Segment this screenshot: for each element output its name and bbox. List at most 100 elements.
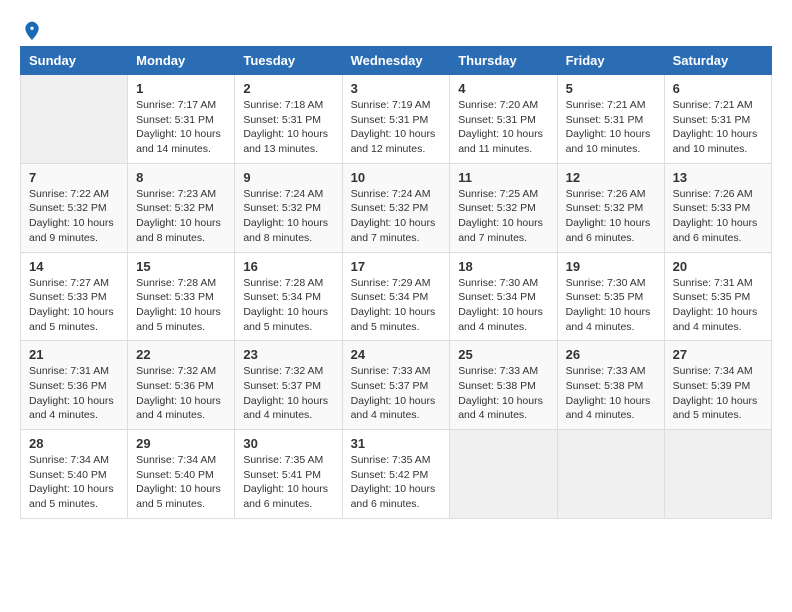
- calendar-cell: 13 Sunrise: 7:26 AMSunset: 5:33 PMDayligh…: [664, 163, 771, 252]
- calendar-cell: 24Sunrise: 7:33 AMSunset: 5:37 PMDayligh…: [342, 341, 450, 430]
- day-number: 16: [243, 259, 333, 274]
- day-info: Sunrise: 7:34 AMSunset: 5:40 PMDaylight:…: [136, 453, 226, 512]
- day-info: Sunrise: 7:21 AMSunset: 5:31 PMDaylight:…: [673, 98, 763, 157]
- day-info: Sunrise: 7:31 AMSunset: 5:35 PMDaylight:…: [673, 276, 763, 335]
- logo: [20, 20, 42, 36]
- day-number: 26: [566, 347, 656, 362]
- week-row-4: 21Sunrise: 7:31 AMSunset: 5:36 PMDayligh…: [21, 341, 772, 430]
- calendar-cell: 9 Sunrise: 7:24 AMSunset: 5:32 PMDaylight…: [235, 163, 342, 252]
- header-cell-monday: Monday: [128, 47, 235, 75]
- calendar-cell: 2 Sunrise: 7:18 AMSunset: 5:31 PMDaylight…: [235, 75, 342, 164]
- day-info: Sunrise: 7:27 AMSunset: 5:33 PMDaylight:…: [29, 276, 119, 335]
- header-cell-thursday: Thursday: [450, 47, 557, 75]
- calendar-cell: 12 Sunrise: 7:26 AMSunset: 5:32 PMDayligh…: [557, 163, 664, 252]
- day-info: Sunrise: 7:26 AMSunset: 5:33 PMDaylight:…: [673, 187, 763, 246]
- header-cell-friday: Friday: [557, 47, 664, 75]
- day-info: Sunrise: 7:32 AMSunset: 5:37 PMDaylight:…: [243, 364, 333, 423]
- calendar-cell: 11 Sunrise: 7:25 AMSunset: 5:32 PMDayligh…: [450, 163, 557, 252]
- day-info: Sunrise: 7:35 AMSunset: 5:41 PMDaylight:…: [243, 453, 333, 512]
- day-number: 31: [351, 436, 442, 451]
- calendar-cell: [450, 430, 557, 519]
- header-row: SundayMondayTuesdayWednesdayThursdayFrid…: [21, 47, 772, 75]
- day-info: Sunrise: 7:34 AMSunset: 5:39 PMDaylight:…: [673, 364, 763, 423]
- calendar-cell: 23 Sunrise: 7:32 AMSunset: 5:37 PMDayligh…: [235, 341, 342, 430]
- day-number: 15: [136, 259, 226, 274]
- logo-icon: [22, 20, 42, 40]
- day-info: Sunrise: 7:28 AMSunset: 5:34 PMDaylight:…: [243, 276, 333, 335]
- calendar-cell: 20 Sunrise: 7:31 AMSunset: 5:35 PMDayligh…: [664, 252, 771, 341]
- day-number: 24: [351, 347, 442, 362]
- calendar-cell: 16 Sunrise: 7:28 AMSunset: 5:34 PMDayligh…: [235, 252, 342, 341]
- calendar-cell: 29 Sunrise: 7:34 AMSunset: 5:40 PMDayligh…: [128, 430, 235, 519]
- day-number: 5: [566, 81, 656, 96]
- day-info: Sunrise: 7:26 AMSunset: 5:32 PMDaylight:…: [566, 187, 656, 246]
- day-info: Sunrise: 7:24 AMSunset: 5:32 PMDaylight:…: [243, 187, 333, 246]
- day-number: 25: [458, 347, 548, 362]
- calendar-cell: 6Sunrise: 7:21 AMSunset: 5:31 PMDaylight…: [664, 75, 771, 164]
- calendar-cell: 10Sunrise: 7:24 AMSunset: 5:32 PMDayligh…: [342, 163, 450, 252]
- calendar-cell: 17Sunrise: 7:29 AMSunset: 5:34 PMDayligh…: [342, 252, 450, 341]
- calendar-cell: 22 Sunrise: 7:32 AMSunset: 5:36 PMDayligh…: [128, 341, 235, 430]
- day-info: Sunrise: 7:34 AMSunset: 5:40 PMDaylight:…: [29, 453, 119, 512]
- day-number: 30: [243, 436, 333, 451]
- calendar-cell: 1 Sunrise: 7:17 AMSunset: 5:31 PMDaylight…: [128, 75, 235, 164]
- day-info: Sunrise: 7:30 AMSunset: 5:35 PMDaylight:…: [566, 276, 656, 335]
- calendar-cell: 27 Sunrise: 7:34 AMSunset: 5:39 PMDayligh…: [664, 341, 771, 430]
- day-info: Sunrise: 7:24 AMSunset: 5:32 PMDaylight:…: [351, 187, 442, 246]
- day-info: Sunrise: 7:22 AMSunset: 5:32 PMDaylight:…: [29, 187, 119, 246]
- calendar-cell: 14 Sunrise: 7:27 AMSunset: 5:33 PMDayligh…: [21, 252, 128, 341]
- day-info: Sunrise: 7:25 AMSunset: 5:32 PMDaylight:…: [458, 187, 548, 246]
- calendar-cell: 7 Sunrise: 7:22 AMSunset: 5:32 PMDaylight…: [21, 163, 128, 252]
- day-number: 11: [458, 170, 548, 185]
- calendar-cell: 25Sunrise: 7:33 AMSunset: 5:38 PMDayligh…: [450, 341, 557, 430]
- header-cell-wednesday: Wednesday: [342, 47, 450, 75]
- day-info: Sunrise: 7:19 AMSunset: 5:31 PMDaylight:…: [351, 98, 442, 157]
- day-number: 8: [136, 170, 226, 185]
- day-number: 2: [243, 81, 333, 96]
- day-number: 21: [29, 347, 119, 362]
- calendar-cell: 18 Sunrise: 7:30 AMSunset: 5:34 PMDayligh…: [450, 252, 557, 341]
- day-number: 3: [351, 81, 442, 96]
- header: [20, 20, 772, 36]
- day-number: 13: [673, 170, 763, 185]
- calendar-cell: 28 Sunrise: 7:34 AMSunset: 5:40 PMDayligh…: [21, 430, 128, 519]
- day-number: 7: [29, 170, 119, 185]
- week-row-5: 28 Sunrise: 7:34 AMSunset: 5:40 PMDayligh…: [21, 430, 772, 519]
- calendar-cell: 19Sunrise: 7:30 AMSunset: 5:35 PMDayligh…: [557, 252, 664, 341]
- calendar-cell: 21Sunrise: 7:31 AMSunset: 5:36 PMDayligh…: [21, 341, 128, 430]
- day-info: Sunrise: 7:17 AMSunset: 5:31 PMDaylight:…: [136, 98, 226, 157]
- day-number: 14: [29, 259, 119, 274]
- day-info: Sunrise: 7:30 AMSunset: 5:34 PMDaylight:…: [458, 276, 548, 335]
- day-number: 1: [136, 81, 226, 96]
- day-number: 18: [458, 259, 548, 274]
- header-cell-saturday: Saturday: [664, 47, 771, 75]
- day-info: Sunrise: 7:20 AMSunset: 5:31 PMDaylight:…: [458, 98, 548, 157]
- calendar-cell: 4 Sunrise: 7:20 AMSunset: 5:31 PMDaylight…: [450, 75, 557, 164]
- calendar-cell: 5Sunrise: 7:21 AMSunset: 5:31 PMDaylight…: [557, 75, 664, 164]
- day-info: Sunrise: 7:28 AMSunset: 5:33 PMDaylight:…: [136, 276, 226, 335]
- day-number: 29: [136, 436, 226, 451]
- calendar-cell: [21, 75, 128, 164]
- day-number: 23: [243, 347, 333, 362]
- day-number: 20: [673, 259, 763, 274]
- day-info: Sunrise: 7:35 AMSunset: 5:42 PMDaylight:…: [351, 453, 442, 512]
- calendar-cell: [557, 430, 664, 519]
- day-number: 12: [566, 170, 656, 185]
- calendar-cell: 26 Sunrise: 7:33 AMSunset: 5:38 PMDayligh…: [557, 341, 664, 430]
- day-number: 27: [673, 347, 763, 362]
- day-info: Sunrise: 7:32 AMSunset: 5:36 PMDaylight:…: [136, 364, 226, 423]
- day-number: 4: [458, 81, 548, 96]
- calendar-cell: 3 Sunrise: 7:19 AMSunset: 5:31 PMDaylight…: [342, 75, 450, 164]
- week-row-2: 7 Sunrise: 7:22 AMSunset: 5:32 PMDaylight…: [21, 163, 772, 252]
- day-number: 17: [351, 259, 442, 274]
- day-number: 22: [136, 347, 226, 362]
- week-row-3: 14 Sunrise: 7:27 AMSunset: 5:33 PMDayligh…: [21, 252, 772, 341]
- calendar: SundayMondayTuesdayWednesdayThursdayFrid…: [20, 46, 772, 519]
- day-info: Sunrise: 7:33 AMSunset: 5:38 PMDaylight:…: [566, 364, 656, 423]
- calendar-cell: 30 Sunrise: 7:35 AMSunset: 5:41 PMDayligh…: [235, 430, 342, 519]
- day-number: 28: [29, 436, 119, 451]
- day-info: Sunrise: 7:18 AMSunset: 5:31 PMDaylight:…: [243, 98, 333, 157]
- header-cell-sunday: Sunday: [21, 47, 128, 75]
- day-number: 9: [243, 170, 333, 185]
- calendar-cell: [664, 430, 771, 519]
